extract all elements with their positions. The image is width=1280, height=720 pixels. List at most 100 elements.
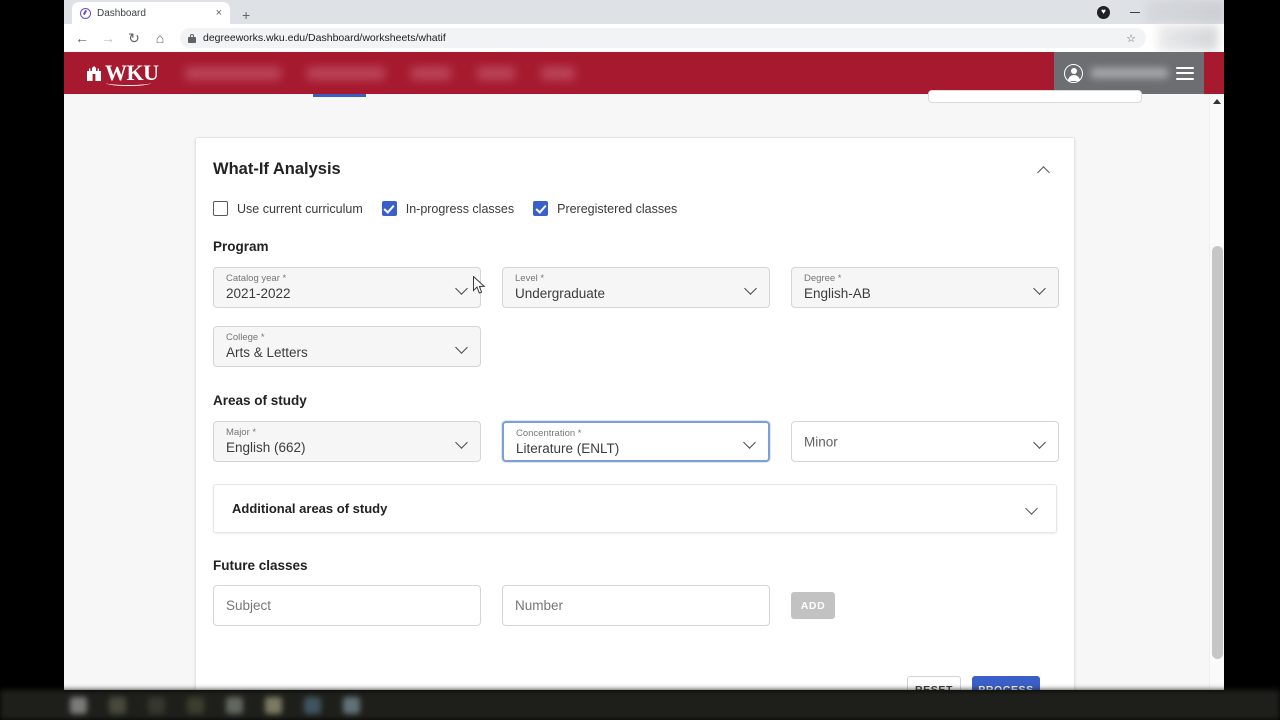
degree-select[interactable]: Degree * English-AB <box>791 267 1059 308</box>
taskbar-app-icon[interactable] <box>70 696 87 714</box>
right-black-band <box>1224 0 1280 690</box>
taskbar-app-icon[interactable] <box>148 696 165 714</box>
wku-logo[interactable]: WKU <box>86 60 159 86</box>
address-bar[interactable]: degreeworks.wku.edu/Dashboard/worksheets… <box>180 28 1146 48</box>
catalog-year-value: 2021-2022 <box>226 286 291 301</box>
program-field-row-1: Catalog year * 2021-2022 Level * Undergr… <box>196 267 1074 308</box>
site-nav-item-5-redacted[interactable] <box>540 66 575 80</box>
card-action-row: RESET PROCESS <box>196 676 1057 690</box>
taskbar-app-icon[interactable] <box>226 696 243 714</box>
scroll-up-arrow-icon[interactable] <box>1213 99 1221 104</box>
taskbar-app-icon[interactable] <box>109 696 126 714</box>
minor-select[interactable]: Minor <box>791 421 1059 462</box>
new-tab-button[interactable]: + <box>242 8 250 22</box>
browser-window: Dashboard × + ← → ↻ ⌂ degreeworks.wku.ed… <box>64 0 1224 690</box>
site-header: WKU <box>64 52 1224 94</box>
chevron-down-icon[interactable] <box>1034 438 1045 449</box>
checkbox-item-preregistered-classes[interactable]: Preregistered classes <box>533 201 677 216</box>
window-controls-redacted <box>1146 0 1224 24</box>
browser-toolbar: ← → ↻ ⌂ degreeworks.wku.edu/Dashboard/wo… <box>64 24 1224 52</box>
concentration-select[interactable]: Concentration * Literature (ENLT) <box>502 421 770 462</box>
os-taskbar[interactable] <box>0 690 1280 720</box>
subject-input[interactable] <box>213 585 481 626</box>
chevron-down-icon[interactable] <box>745 284 756 295</box>
checkbox-label: In-progress classes <box>405 201 515 216</box>
back-icon[interactable]: ← <box>70 26 94 50</box>
degree-value: English-AB <box>804 286 871 301</box>
section-title-program: Program <box>213 239 269 254</box>
section-title-areas-of-study: Areas of study <box>213 393 307 408</box>
person-icon <box>1064 63 1083 83</box>
taskbar-app-icon[interactable] <box>304 696 321 714</box>
desktop-screen: Dashboard × + ← → ↻ ⌂ degreeworks.wku.ed… <box>0 0 1280 720</box>
program-field-row-2: College * Arts & Letters <box>196 326 1074 367</box>
bookmark-star-icon[interactable]: ☆ <box>1126 32 1136 45</box>
chevron-down-icon[interactable] <box>456 343 467 354</box>
areas-of-study-field-row: Major * English (662) Concentration * Li… <box>196 421 1074 462</box>
college-value: Arts & Letters <box>226 345 308 360</box>
site-nav-item-1-redacted[interactable] <box>184 66 281 80</box>
minor-placeholder: Minor <box>804 434 838 449</box>
lock-icon <box>188 33 196 43</box>
checkbox-label: Use current curriculum <box>237 201 363 216</box>
level-select[interactable]: Level * Undergraduate <box>502 267 770 308</box>
catalog-year-label: Catalog year * <box>226 273 287 284</box>
tab-title: Dashboard <box>97 7 146 19</box>
chevron-down-icon[interactable] <box>744 438 755 449</box>
taskbar-app-icon[interactable] <box>265 696 282 714</box>
chevron-down-icon[interactable] <box>1026 503 1038 515</box>
chevron-down-icon[interactable] <box>1034 284 1045 295</box>
chevron-down-icon[interactable] <box>456 284 467 295</box>
tab-favicon-icon <box>80 7 91 19</box>
taskbar-app-icon[interactable] <box>343 696 360 714</box>
major-select[interactable]: Major * English (662) <box>213 421 481 462</box>
site-nav-item-3-redacted[interactable] <box>410 66 451 80</box>
college-select[interactable]: College * Arts & Letters <box>213 326 481 367</box>
page-scrollbar-thumb[interactable] <box>1212 246 1223 659</box>
catalog-year-select[interactable]: Catalog year * 2021-2022 <box>213 267 481 308</box>
forward-icon[interactable]: → <box>96 26 120 50</box>
checkbox-in-progress-classes[interactable] <box>381 201 397 216</box>
concentration-label: Concentration * <box>516 428 582 439</box>
home-icon[interactable]: ⌂ <box>148 26 172 50</box>
options-checkbox-row: Use current curriculum In-progress class… <box>196 179 1074 216</box>
search-box-remnant[interactable] <box>928 90 1142 103</box>
reload-icon[interactable]: ↻ <box>122 26 146 50</box>
degree-label: Degree * <box>804 273 842 284</box>
section-title-future-classes: Future classes <box>213 558 308 573</box>
minimize-button[interactable] <box>1130 11 1140 13</box>
page-body: What-If Analysis Use current curriculum … <box>64 90 1224 690</box>
checkbox-use-current-curriculum[interactable] <box>213 201 228 216</box>
checkbox-preregistered-classes[interactable] <box>533 201 549 216</box>
process-button[interactable]: PROCESS <box>972 676 1040 690</box>
major-value: English (662) <box>226 440 306 455</box>
chevron-up-icon[interactable] <box>1038 164 1050 176</box>
site-nav-item-4-redacted[interactable] <box>476 66 515 80</box>
wku-wordmark: WKU <box>105 60 159 86</box>
reset-button[interactable]: RESET <box>907 676 961 690</box>
taskbar-app-icon[interactable] <box>187 696 204 714</box>
add-button[interactable]: ADD <box>791 592 835 619</box>
extension-heart-icon[interactable] <box>1097 5 1110 19</box>
browser-tab-dashboard[interactable]: Dashboard × <box>72 2 230 24</box>
page-scrollbar-track[interactable] <box>1209 94 1224 690</box>
checkbox-item-in-progress-classes[interactable]: In-progress classes <box>381 201 515 216</box>
user-menu[interactable] <box>1054 52 1204 94</box>
chevron-down-icon[interactable] <box>456 438 467 449</box>
tab-close-icon[interactable]: × <box>216 7 222 19</box>
checkbox-item-use-current-curriculum[interactable]: Use current curriculum <box>213 201 363 216</box>
major-label: Major * <box>226 427 257 438</box>
level-value: Undergraduate <box>515 286 606 301</box>
what-if-analysis-card: What-If Analysis Use current curriculum … <box>195 137 1075 690</box>
level-label: Level * <box>515 273 545 284</box>
college-label: College * <box>226 332 265 343</box>
site-nav-item-2-redacted[interactable] <box>306 66 385 80</box>
checkbox-label: Preregistered classes <box>557 201 678 216</box>
active-tab-underline <box>313 94 366 97</box>
concentration-value: Literature (ENLT) <box>516 441 620 456</box>
additional-areas-of-study-panel[interactable]: Additional areas of study <box>213 484 1057 533</box>
hamburger-icon[interactable] <box>1176 66 1194 80</box>
user-name-redacted <box>1091 68 1168 78</box>
page-viewport: WKU What-If Analysis Use current curricu… <box>64 52 1224 690</box>
number-input[interactable] <box>502 585 770 626</box>
